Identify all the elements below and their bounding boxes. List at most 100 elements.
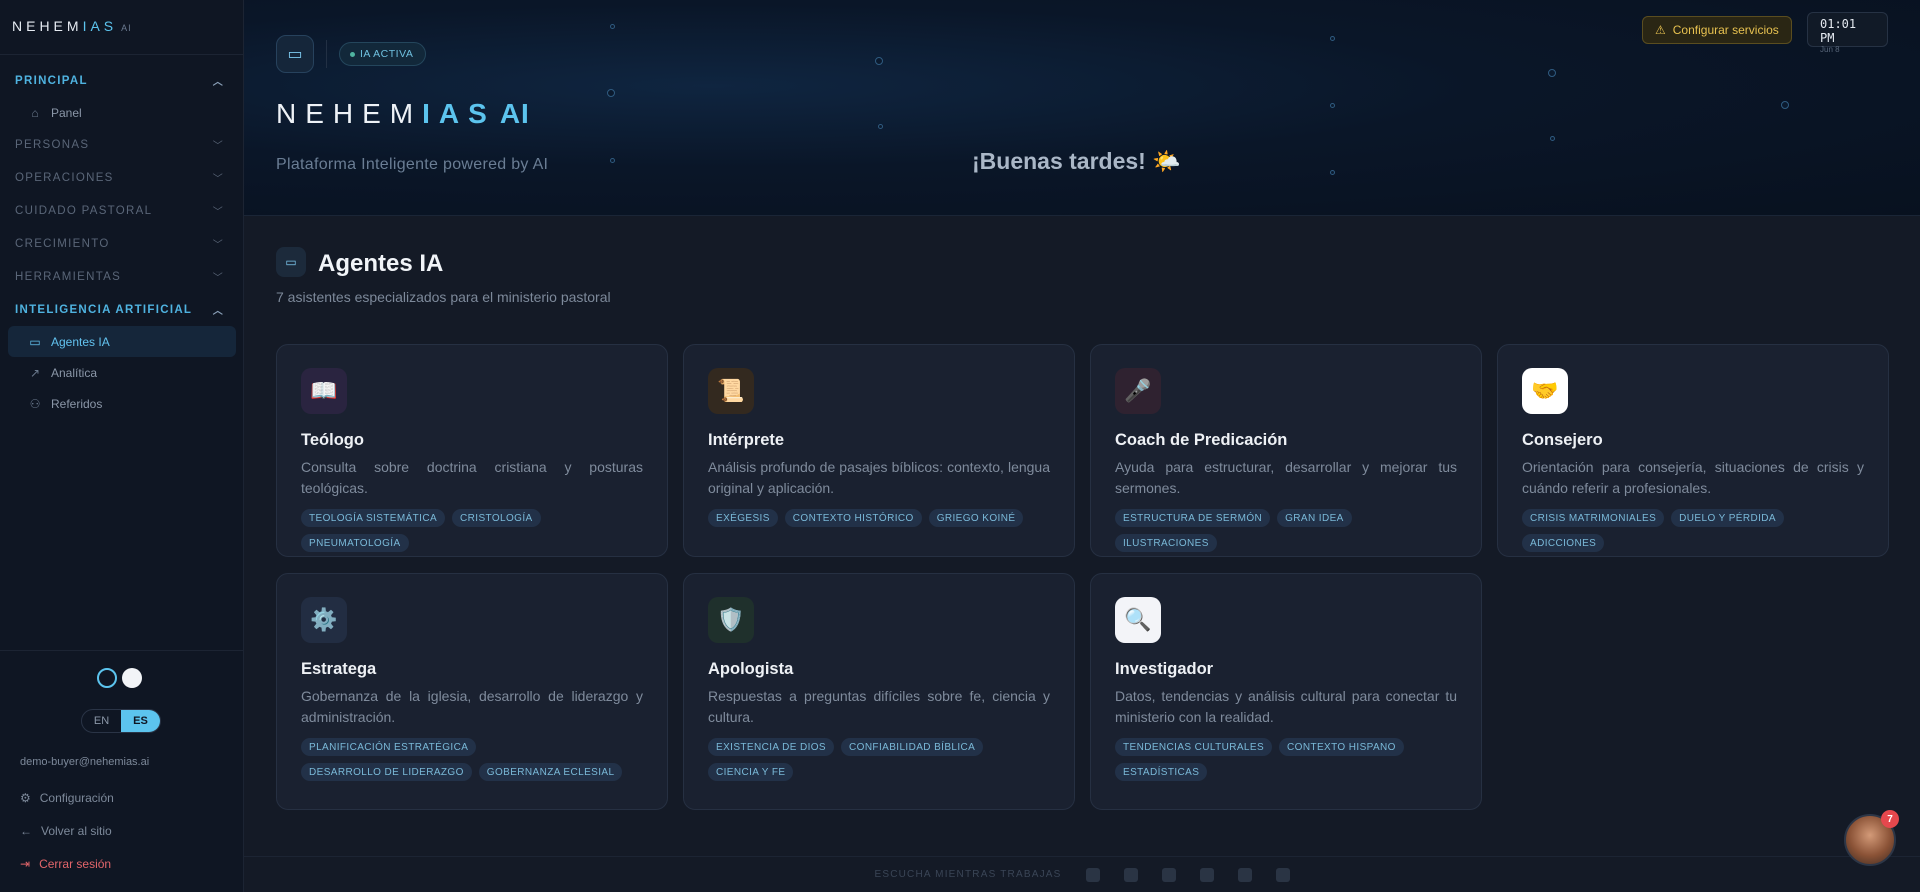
brand-logo[interactable]: NEHEMIAS AI	[12, 18, 132, 34]
agent-tag: CONTEXTO HISTÓRICO	[784, 509, 922, 527]
hero-subtitle: Plataforma Inteligente powered by AI	[276, 156, 549, 173]
agent-tag: CONFIABILIDAD BÍBLICA	[841, 738, 984, 756]
apple-music-icon[interactable]	[1123, 867, 1138, 882]
section-crecimiento[interactable]: CRECIMIENTO ﹀	[0, 227, 244, 260]
decor-node	[1330, 170, 1335, 175]
agent-tags: CRISIS MATRIMONIALES DUELO Y PÉRDIDA ADICC…	[1522, 509, 1864, 552]
settings-link[interactable]: ⚙ Configuración	[20, 791, 114, 805]
agent-card[interactable]: 🔍 Investigador Datos, tendencias y análi…	[1090, 573, 1482, 810]
decor-node	[610, 24, 615, 29]
page-title: Agentes IA	[318, 250, 444, 277]
section-cuidado-pastoral[interactable]: CUIDADO PASTORAL ﹀	[0, 194, 244, 227]
monitor-icon: ▭	[29, 334, 41, 349]
agent-card[interactable]: 📖 Teólogo Consulta sobre doctrina cristi…	[276, 344, 668, 557]
chevron-down-icon: ﹀	[212, 174, 224, 185]
lang-es-button[interactable]: ES	[121, 710, 160, 732]
section-herramientas[interactable]: HERRAMIENTAS ﹀	[0, 260, 244, 293]
agent-tag: CONTEXTO HISPANO	[1279, 738, 1404, 756]
music-footer: ESCUCHA MIENTRAS TRABAJAS	[244, 856, 1920, 892]
spotify-icon[interactable]	[1085, 867, 1100, 882]
agent-tag: GRAN IDEA	[1277, 509, 1352, 527]
agent-tag: GOBERNANZA ECLESIAL	[478, 763, 623, 781]
back-to-site-link[interactable]: ← Volver al sitio	[20, 824, 112, 838]
agent-description: Ayuda para estructurar, desarrollar y me…	[1115, 459, 1457, 496]
arrow-left-icon: ←	[20, 824, 32, 838]
sidebar-item-agentes-ia[interactable]: ▭ Agentes IA	[8, 326, 236, 357]
notification-badge: 7	[1881, 810, 1899, 828]
clock-time: 01:01 PM	[1820, 17, 1857, 45]
agent-icon: 🛡️	[708, 597, 754, 643]
radio-icon[interactable]	[1161, 867, 1176, 882]
agent-tag: EXISTENCIA DE DIOS	[708, 738, 835, 756]
agent-tag: CIENCIA Y FE	[708, 763, 794, 781]
agent-card[interactable]: ⚙️ Estratega Gobernanza de la iglesia, d…	[276, 573, 668, 810]
configure-services-button[interactable]: ⚠ Configurar servicios	[1642, 16, 1792, 44]
monitor-icon: ▭	[276, 35, 314, 73]
section-principal[interactable]: PRINCIPAL ︿	[0, 64, 244, 97]
agent-description: Consulta sobre doctrina cristiana y post…	[301, 459, 643, 496]
user-email: demo-buyer@nehemias.ai	[20, 756, 150, 768]
section-personas[interactable]: PERSONAS ﹀	[0, 128, 244, 161]
agent-tag: TEOLOGÍA SISTEMÁTICA	[301, 509, 446, 527]
theme-switcher	[97, 668, 142, 688]
agent-tags: TENDENCIAS CULTURALES CONTEXTO HISPANO EST…	[1115, 738, 1457, 781]
agent-tag: PNEUMATOLOGÍA	[301, 534, 409, 552]
more-icon[interactable]	[1275, 867, 1290, 882]
chevron-down-icon: ﹀	[212, 141, 224, 152]
agent-tag: DUELO Y PÉRDIDA	[1671, 509, 1784, 527]
sidebar: NEHEMIAS AI PRINCIPAL ︿ ⌂ Panel PERSONAS ﹀ O…	[0, 0, 244, 892]
chevron-down-icon: ﹀	[212, 273, 224, 284]
decor-node	[1330, 103, 1335, 108]
agent-name: Coach de Predicación	[1115, 431, 1288, 449]
user-plus-icon: ⚇	[29, 396, 41, 411]
clock-date: Jun 8	[1820, 45, 1840, 54]
sidebar-item-analitica[interactable]: ↗ Analítica	[8, 357, 236, 388]
agent-tags: EXISTENCIA DE DIOS CONFIABILIDAD BÍBLICA C…	[708, 738, 1050, 781]
agent-card[interactable]: 🛡️ Apologista Respuestas a preguntas dif…	[683, 573, 1075, 810]
sidebar-item-referidos[interactable]: ⚇ Referidos	[8, 388, 236, 419]
agent-icon: 🎤	[1115, 368, 1161, 414]
decor-node	[1330, 36, 1335, 41]
agent-icon: 🔍	[1115, 597, 1161, 643]
chevron-up-icon: ︿	[212, 306, 224, 317]
divider	[326, 40, 327, 68]
theme-dark-option[interactable]	[97, 668, 117, 688]
agent-description: Análisis profundo de pasajes bíblicos: c…	[708, 459, 1050, 496]
agent-tags: EXÉGESIS CONTEXTO HISTÓRICO GRIEGO KOINÉ	[708, 509, 1050, 527]
hero-title: NEHEMIAS AI	[276, 98, 530, 129]
agent-icon: 📜	[708, 368, 754, 414]
agent-card[interactable]: 📜 Intérprete Análisis profundo de pasaje…	[683, 344, 1075, 557]
lang-en-button[interactable]: EN	[82, 710, 121, 732]
agent-name: Apologista	[708, 660, 794, 678]
clock-widget: 01:01 PM Jun 8	[1807, 12, 1888, 54]
logout-icon: ⇥	[20, 857, 31, 871]
agent-tag: ESTADÍSTICAS	[1115, 763, 1208, 781]
agent-tags: ESTRUCTURA DE SERMÓN GRAN IDEA ILUSTRACION…	[1115, 509, 1457, 552]
logout-link[interactable]: ⇥ Cerrar sesión	[20, 857, 111, 871]
podcast-icon[interactable]	[1237, 867, 1252, 882]
decor-node	[878, 124, 883, 129]
decor-node	[1781, 101, 1789, 109]
theme-light-option[interactable]	[122, 668, 142, 688]
section-inteligencia-artificial[interactable]: INTELIGENCIA ARTIFICIAL ︿	[0, 293, 244, 326]
monitor-icon: ▭	[276, 247, 306, 277]
agent-tag: PLANIFICACIÓN ESTRATÉGICA	[301, 738, 477, 756]
sidebar-item-panel[interactable]: ⌂ Panel	[8, 97, 236, 128]
agent-description: Datos, tendencias y análisis cultural pa…	[1115, 688, 1457, 725]
agent-tag: ILUSTRACIONES	[1115, 534, 1217, 552]
youtube-icon[interactable]	[1199, 867, 1214, 882]
agent-name: Intérprete	[708, 431, 785, 449]
agent-icon: 📖	[301, 368, 347, 414]
agent-name: Investigador	[1115, 660, 1214, 678]
agent-card[interactable]: 🎤 Coach de Predicación Ayuda para estruc…	[1090, 344, 1482, 557]
warning-icon: ⚠	[1655, 23, 1666, 37]
home-icon: ⌂	[31, 105, 39, 120]
hero-banner: ▭ IA ACTIVA NEHEMIAS AI Plataforma Inteli…	[244, 0, 1920, 216]
section-operaciones[interactable]: OPERACIONES ﹀	[0, 161, 244, 194]
chevron-up-icon: ︿	[212, 77, 224, 88]
agent-tag: ADICCIONES	[1522, 534, 1605, 552]
agent-tag: DESARROLLO DE LIDERAZGO	[301, 763, 472, 781]
agent-card[interactable]: 🤝 Consejero Orientación para consejería,…	[1497, 344, 1889, 557]
agent-tag: TENDENCIAS CULTURALES	[1115, 738, 1273, 756]
decor-node	[607, 89, 615, 97]
